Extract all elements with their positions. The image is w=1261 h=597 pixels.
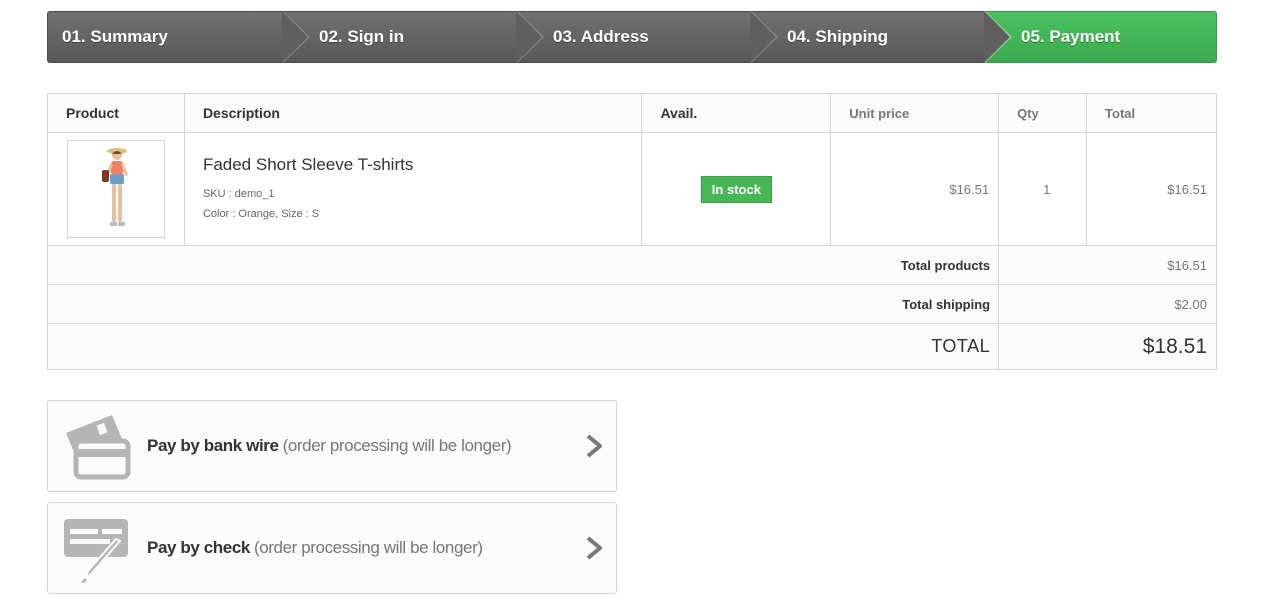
in-stock-badge: In stock [700,175,772,203]
total-shipping-row: Total shipping $2.00 [46,284,1217,324]
cart-summary-table: Product Description Avail. Unit price Qt… [46,93,1217,370]
grand-total-row: TOTAL $18.51 [46,323,1217,370]
pay-by-check-button[interactable]: Pay by check (order processing will be l… [47,502,617,594]
availability-cell: In stock [641,132,832,246]
step-summary[interactable]: 01. Summary [47,11,310,63]
total-shipping-value: $2.00 [998,284,1217,324]
step-label: 01. Summary [62,27,168,46]
product-name-link[interactable]: Faded Short Sleeve T-shirts [203,155,642,175]
total-products-label: Total products [46,245,1000,285]
quantity-cell: 1 [998,132,1088,246]
column-header-product: Product [47,93,185,133]
step-address[interactable]: 03. Address [516,11,778,63]
bank-card-icon [66,415,131,480]
product-sku: SKU : demo_1 [202,187,275,200]
column-header-description: Description [183,93,643,133]
total-shipping-label: Total shipping [46,284,1000,324]
payment-option-note: (order processing will be longer) [253,538,483,557]
grand-total-label: TOTAL [46,323,1000,370]
product-image [101,148,128,226]
step-label: 03. Address [553,27,649,46]
step-label: 02. Sign in [319,27,405,46]
chevron-right-icon [586,434,602,458]
step-sign-in[interactable]: 02. Sign in [282,11,544,63]
payment-option-note: (order processing will be longer) [282,436,512,455]
column-header-qty: Qty [998,93,1088,133]
chevron-right-icon [586,536,602,560]
pay-by-bank-wire-button[interactable]: Pay by bank wire (order processing will … [47,400,617,492]
row-total-cell: $16.51 [1086,132,1217,246]
payment-option-title: Pay by check [147,538,250,557]
product-image-cell [47,132,185,246]
payment-option-text: Pay by bank wire (order processing will … [147,401,512,491]
column-header-availability: Avail. [641,93,832,133]
unit-price-cell: $16.51 [830,132,1000,246]
product-attributes-link[interactable]: Color : Orange, Size : S [203,204,642,224]
table-row: Faded Short Sleeve T-shirts SKU : demo_1… [47,132,1217,246]
table-header-row: Product Description Avail. Unit price Qt… [47,93,1217,133]
step-shipping[interactable]: 04. Shipping [750,11,1012,63]
step-label: 05. Payment [1021,27,1121,46]
step-payment: 05. Payment [984,11,1217,63]
payment-option-text: Pay by check (order processing will be l… [147,503,483,593]
payment-option-title: Pay by bank wire [147,436,279,455]
product-description-cell: Faded Short Sleeve T-shirts SKU : demo_1… [183,132,643,246]
checkout-steps: 01. Summary 02. Sign in 03. Address 04. … [47,11,1217,63]
column-header-unit-price: Unit price [830,93,1000,133]
grand-total-value: $18.51 [998,323,1217,370]
total-products-row: Total products $16.51 [46,245,1217,285]
check-pen-icon [64,519,128,583]
column-header-total: Total [1086,93,1217,133]
product-thumbnail[interactable] [66,140,165,238]
step-label: 04. Shipping [787,27,889,46]
total-products-value: $16.51 [998,245,1217,285]
